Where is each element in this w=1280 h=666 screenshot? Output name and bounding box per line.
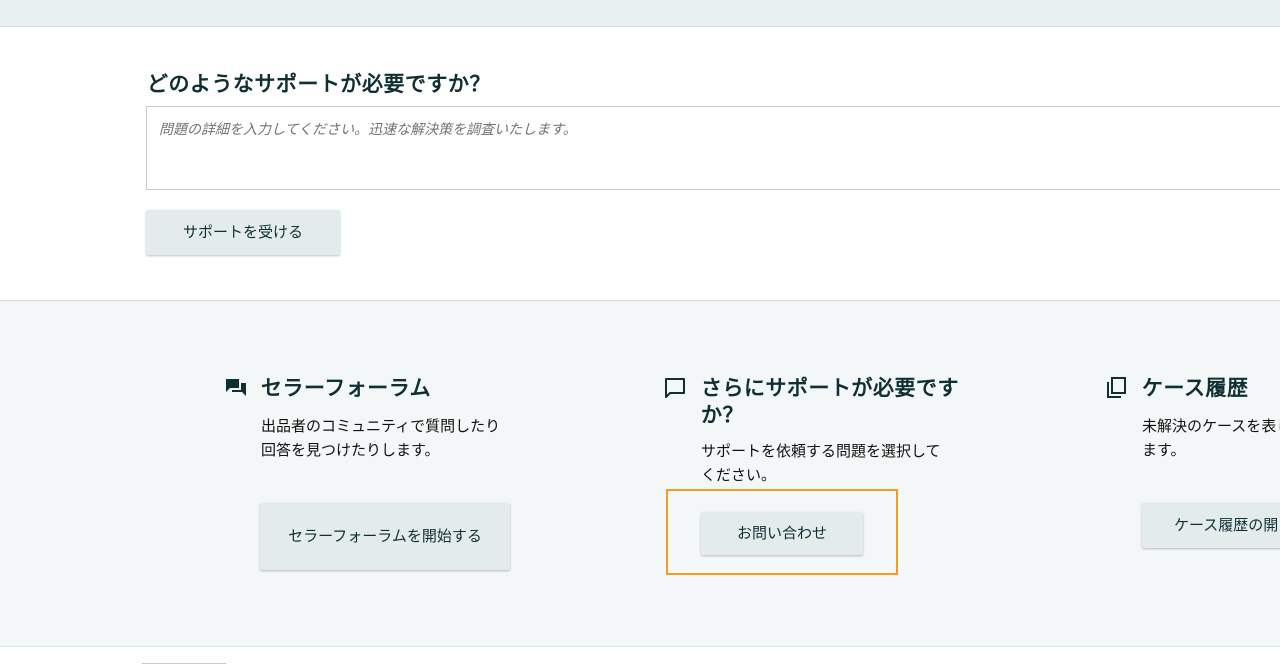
issue-description-textarea[interactable] (146, 106, 1280, 190)
support-options-section: セラーフォーラム 出品者のコミュニティで質問したり回答を見つけたりします。 セラ… (0, 301, 1280, 647)
get-support-button[interactable]: サポートを受ける (146, 210, 340, 255)
more-support-card-description: サポートを依頼する問題を選択してください。 (701, 442, 941, 484)
help-title: どのようなサポートが必要ですか？ (147, 72, 491, 96)
forum-chat-icon (224, 376, 248, 400)
forum-card-description: 出品者のコミュニティで質問したり回答を見つけたりします。 (261, 417, 501, 459)
help-request-section: どのようなサポートが必要ですか？ サポートを受ける (0, 27, 1280, 300)
chat-bubble-icon (663, 376, 687, 400)
more-support-card-title: さらにサポートが必要ですか？ (701, 376, 959, 427)
start-forum-button[interactable]: セラーフォーラムを開始する (260, 503, 510, 570)
footer-tab-edge (142, 663, 226, 664)
open-case-history-button[interactable]: ケース履歴の開 (1142, 503, 1280, 548)
copy-icon (1104, 376, 1128, 400)
forum-card-title: セラーフォーラム (261, 376, 432, 400)
case-history-card-title: ケース履歴 (1142, 376, 1249, 400)
case-history-card-description: 未解決のケースを表します。 (1142, 417, 1280, 459)
top-header-strip (0, 0, 1280, 27)
contact-us-button[interactable]: お問い合わせ (701, 512, 863, 555)
